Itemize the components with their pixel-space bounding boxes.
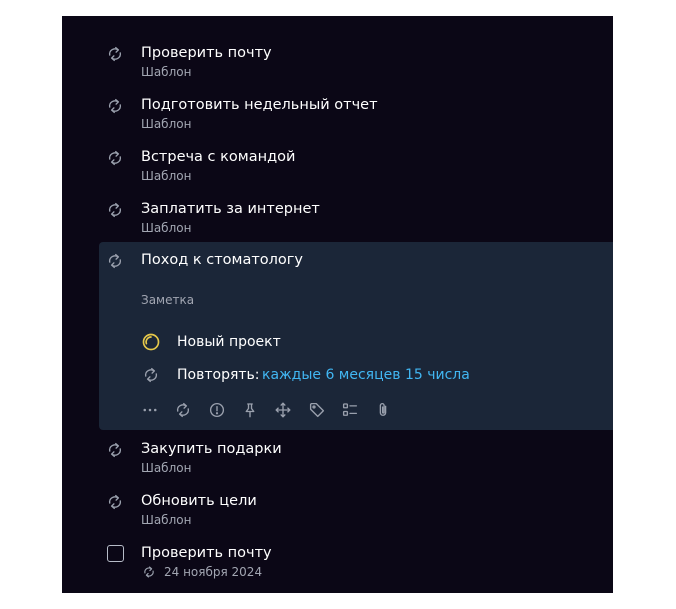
task-title: Заплатить за интернет (141, 201, 320, 217)
task-list-panel: Проверить почту Шаблон Подготовить недел… (62, 16, 613, 593)
task-subtitle: Шаблон (141, 513, 192, 527)
checklist-button[interactable] (339, 400, 361, 420)
tag-button[interactable] (306, 400, 328, 420)
attachment-button[interactable] (372, 400, 394, 420)
attachment-icon (379, 402, 387, 416)
priority-button[interactable] (206, 400, 228, 420)
repeat-icon (145, 367, 157, 383)
project-name[interactable]: Новый проект (177, 332, 281, 352)
task-title: Проверить почту (141, 45, 272, 61)
repeat-icon (109, 98, 121, 114)
task-due-date: 24 ноября 2024 (164, 565, 263, 579)
task-subtitle: Шаблон (141, 65, 192, 79)
pin-icon (245, 403, 255, 418)
repeat-icon (177, 402, 189, 418)
repeat-icon (109, 253, 121, 269)
priority-icon (209, 402, 225, 418)
task-title: Встреча с командой (141, 149, 296, 165)
tag-icon (309, 402, 325, 418)
task-subtitle: Шаблон (141, 169, 192, 183)
repeat-icon (109, 442, 121, 458)
task-title: Обновить цели (141, 493, 257, 509)
task-title: Подготовить недельный отчет (141, 97, 378, 113)
task-title: Проверить почту (141, 545, 272, 561)
project-circle-icon[interactable] (141, 332, 161, 352)
repeat-icon (144, 566, 154, 578)
repeat-icon (109, 202, 121, 218)
repeat-icon (109, 150, 121, 166)
task-toolbar (139, 400, 399, 420)
repeat-icon (109, 494, 121, 510)
move-icon (275, 402, 291, 418)
task-subtitle: Шаблон (141, 461, 192, 475)
task-title: Закупить подарки (141, 441, 282, 457)
more-icon (143, 408, 157, 412)
checklist-icon (342, 403, 358, 416)
repeat-value-link[interactable]: каждые 6 месяцев 15 числа (262, 365, 470, 385)
pin-button[interactable] (239, 400, 261, 420)
more-button[interactable] (139, 400, 161, 420)
repeat-button[interactable] (172, 400, 194, 420)
move-button[interactable] (272, 400, 294, 420)
task-subtitle: Шаблон (141, 221, 192, 235)
task-title-field[interactable]: Поход к стоматологу (141, 250, 303, 270)
repeat-icon (109, 46, 121, 62)
task-subtitle: Шаблон (141, 117, 192, 131)
note-field[interactable]: Заметка (141, 292, 194, 308)
repeat-label: Повторять: (177, 367, 260, 383)
task-checkbox[interactable] (107, 545, 124, 562)
expanded-task-card[interactable]: Поход к стоматологу Заметка Новый проект… (99, 242, 613, 430)
